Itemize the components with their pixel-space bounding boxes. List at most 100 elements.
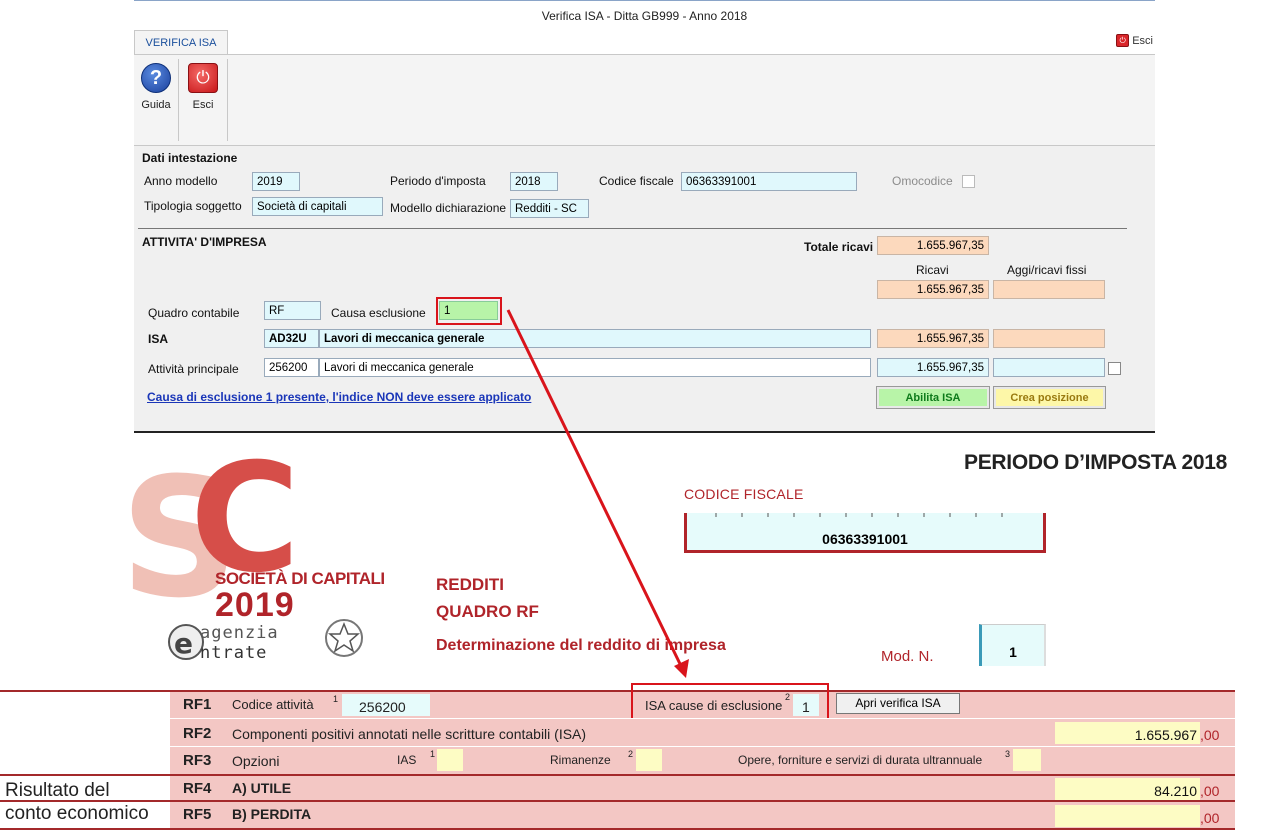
rf4-label: A) UTILE	[232, 780, 292, 796]
isa-aggi-field[interactable]	[993, 329, 1105, 348]
exit-top-label: Esci	[1132, 34, 1153, 47]
rf4-decimals: ,00	[1200, 783, 1220, 799]
periodo-imposta-label: Periodo d'imposta	[390, 174, 486, 188]
rf1-label: Codice attività	[232, 697, 314, 712]
rf3-rimanenze-field	[636, 749, 662, 771]
guida-label: Guida	[141, 99, 171, 111]
tab-strip	[134, 30, 1155, 55]
rf-bottom-border	[0, 828, 1235, 830]
codice-fiscale-label: Codice fiscale	[599, 174, 674, 188]
rf4-value: 84.210	[1154, 783, 1197, 799]
cf-digit-ticks	[715, 513, 1003, 517]
principale-code-field[interactable]: 256200	[264, 358, 319, 377]
modello-dichiarazione-field[interactable]: Redditi - SC	[510, 199, 589, 218]
codice-fiscale-field[interactable]: 06363391001	[681, 172, 857, 191]
window-title: Verifica ISA - Ditta GB999 - Anno 2018	[134, 0, 1155, 31]
aggi-column-header: Aggi/ricavi fissi	[1007, 263, 1087, 277]
esci-button[interactable]: ⏻ Esci	[183, 63, 223, 111]
ribbon-separator	[227, 59, 228, 141]
section-divider	[138, 228, 1127, 229]
causa-warning-link[interactable]: Causa di esclusione 1 presente, l'indice…	[147, 390, 531, 404]
aggi-field[interactable]	[993, 280, 1105, 299]
tipologia-soggetto-label: Tipologia soggetto	[144, 199, 242, 213]
causa-esclusione-label: Causa esclusione	[331, 306, 426, 320]
rf2-value: 1.655.967	[1134, 727, 1197, 743]
quadro-contabile-label: Quadro contabile	[148, 306, 240, 320]
help-icon: ?	[141, 63, 171, 93]
tipologia-soggetto-field[interactable]: Società di capitali	[252, 197, 383, 216]
rf3-ias-sup: 1	[430, 749, 436, 759]
rf4-code: RF4	[183, 780, 212, 797]
causa-highlight-box	[436, 297, 502, 325]
risultato-line-2: conto economico	[5, 803, 149, 824]
ricavi-field[interactable]: 1.655.967,35	[877, 280, 989, 299]
periodo-imposta-field[interactable]: 2018	[510, 172, 558, 191]
isa-code-field[interactable]: AD32U	[264, 329, 319, 348]
power-icon: ⏻	[188, 63, 218, 93]
rf2-decimals: ,00	[1200, 727, 1220, 743]
apri-verifica-isa-button[interactable]: Apri verifica ISA	[836, 693, 960, 714]
risultato-line-1: Risultato del	[5, 780, 110, 801]
isa-label: ISA	[148, 332, 169, 346]
rf5-label: B) PERDITA	[232, 806, 312, 822]
totale-ricavi-label: Totale ricavi	[804, 240, 874, 254]
crea-posizione-button[interactable]: Crea posizione	[993, 386, 1106, 409]
verifica-isa-window: Verifica ISA - Ditta GB999 - Anno 2018 V…	[134, 0, 1155, 433]
mod-n-label: Mod. N.	[881, 648, 934, 665]
abilita-isa-button[interactable]: Abilita ISA	[876, 386, 990, 409]
tab-verifica-isa[interactable]: VERIFICA ISA	[134, 30, 228, 54]
principale-checkbox[interactable]	[1108, 362, 1121, 375]
rf5-code: RF5	[183, 806, 212, 823]
ricavi-column-header: Ricavi	[916, 263, 949, 277]
exit-top-button[interactable]: ⏻ Esci	[1116, 34, 1153, 47]
rf3-rimanenze-sup: 2	[628, 749, 634, 759]
rf3-ias-field	[437, 749, 463, 771]
omocodice-checkbox[interactable]	[962, 175, 975, 188]
codice-fiscale-form-field: 06363391001	[684, 513, 1046, 553]
power-icon: ⏻	[1116, 34, 1130, 47]
dati-intestazione-title: Dati intestazione	[142, 151, 238, 165]
esci-label: Esci	[192, 99, 214, 111]
totale-ricavi-field[interactable]: 1.655.967,35	[877, 236, 989, 255]
quadro-rf-label: QUADRO RF	[436, 602, 539, 621]
modello-dichiarazione-label: Modello dichiarazione	[390, 201, 507, 215]
rf1-value: 256200	[359, 699, 406, 715]
entrate-text: ntrate	[200, 643, 268, 663]
ribbon-separator	[178, 59, 179, 141]
rf5-value-field	[1055, 805, 1200, 827]
isa-description-field[interactable]: Lavori di meccanica generale	[319, 329, 871, 348]
quadro-contabile-field[interactable]: RF	[264, 301, 321, 320]
anno-modello-label: Anno modello	[144, 174, 218, 188]
guida-button[interactable]: ? Guida	[136, 63, 176, 111]
model-year: 2019	[215, 586, 295, 624]
agenzia-text: agenzia	[200, 623, 279, 643]
rf3-rimanenze-label: Rimanenze	[550, 753, 611, 767]
rf3-code: RF3	[183, 752, 212, 769]
redditi-label: REDDITI	[436, 575, 504, 594]
redditi-title: REDDITI QUADRO RF	[436, 571, 539, 625]
rf2-code: RF2	[183, 725, 212, 742]
svg-text:e: e	[174, 627, 193, 660]
rf5-decimals: ,00	[1200, 810, 1220, 826]
repubblica-emblem-icon	[325, 619, 363, 657]
rf3-opere-label: Opere, forniture e servizi di durata ult…	[738, 753, 983, 767]
anno-modello-field[interactable]: 2019	[252, 172, 300, 191]
principale-description-field[interactable]: Lavori di meccanica generale	[319, 358, 871, 377]
mod-n-field: 1	[979, 624, 1046, 666]
attivita-principale-label: Attività principale	[148, 362, 239, 376]
rf1-sup: 1	[333, 694, 339, 704]
ribbon: ? Guida ⏻ Esci	[134, 55, 1155, 146]
principale-aggi-field[interactable]	[993, 358, 1105, 377]
isa-ricavi-field[interactable]: 1.655.967,35	[877, 329, 989, 348]
rf3-label: Opzioni	[232, 753, 280, 769]
risultato-conto-economico-label: Risultato del conto economico	[5, 779, 149, 825]
rf1-code: RF1	[183, 696, 212, 713]
principale-ricavi-field[interactable]: 1.655.967,35	[877, 358, 989, 377]
rf2-label: Componenti positivi annotati nelle scrit…	[232, 726, 587, 742]
determinazione-title: Determinazione del reddito di impresa	[436, 637, 726, 654]
rf3-row	[170, 747, 1235, 774]
rf3-opere-field	[1013, 749, 1041, 771]
rf3-ias-label: IAS	[397, 753, 417, 767]
rf3-opere-sup: 3	[1005, 749, 1011, 759]
codice-fiscale-form-label: CODICE FISCALE	[684, 486, 804, 502]
